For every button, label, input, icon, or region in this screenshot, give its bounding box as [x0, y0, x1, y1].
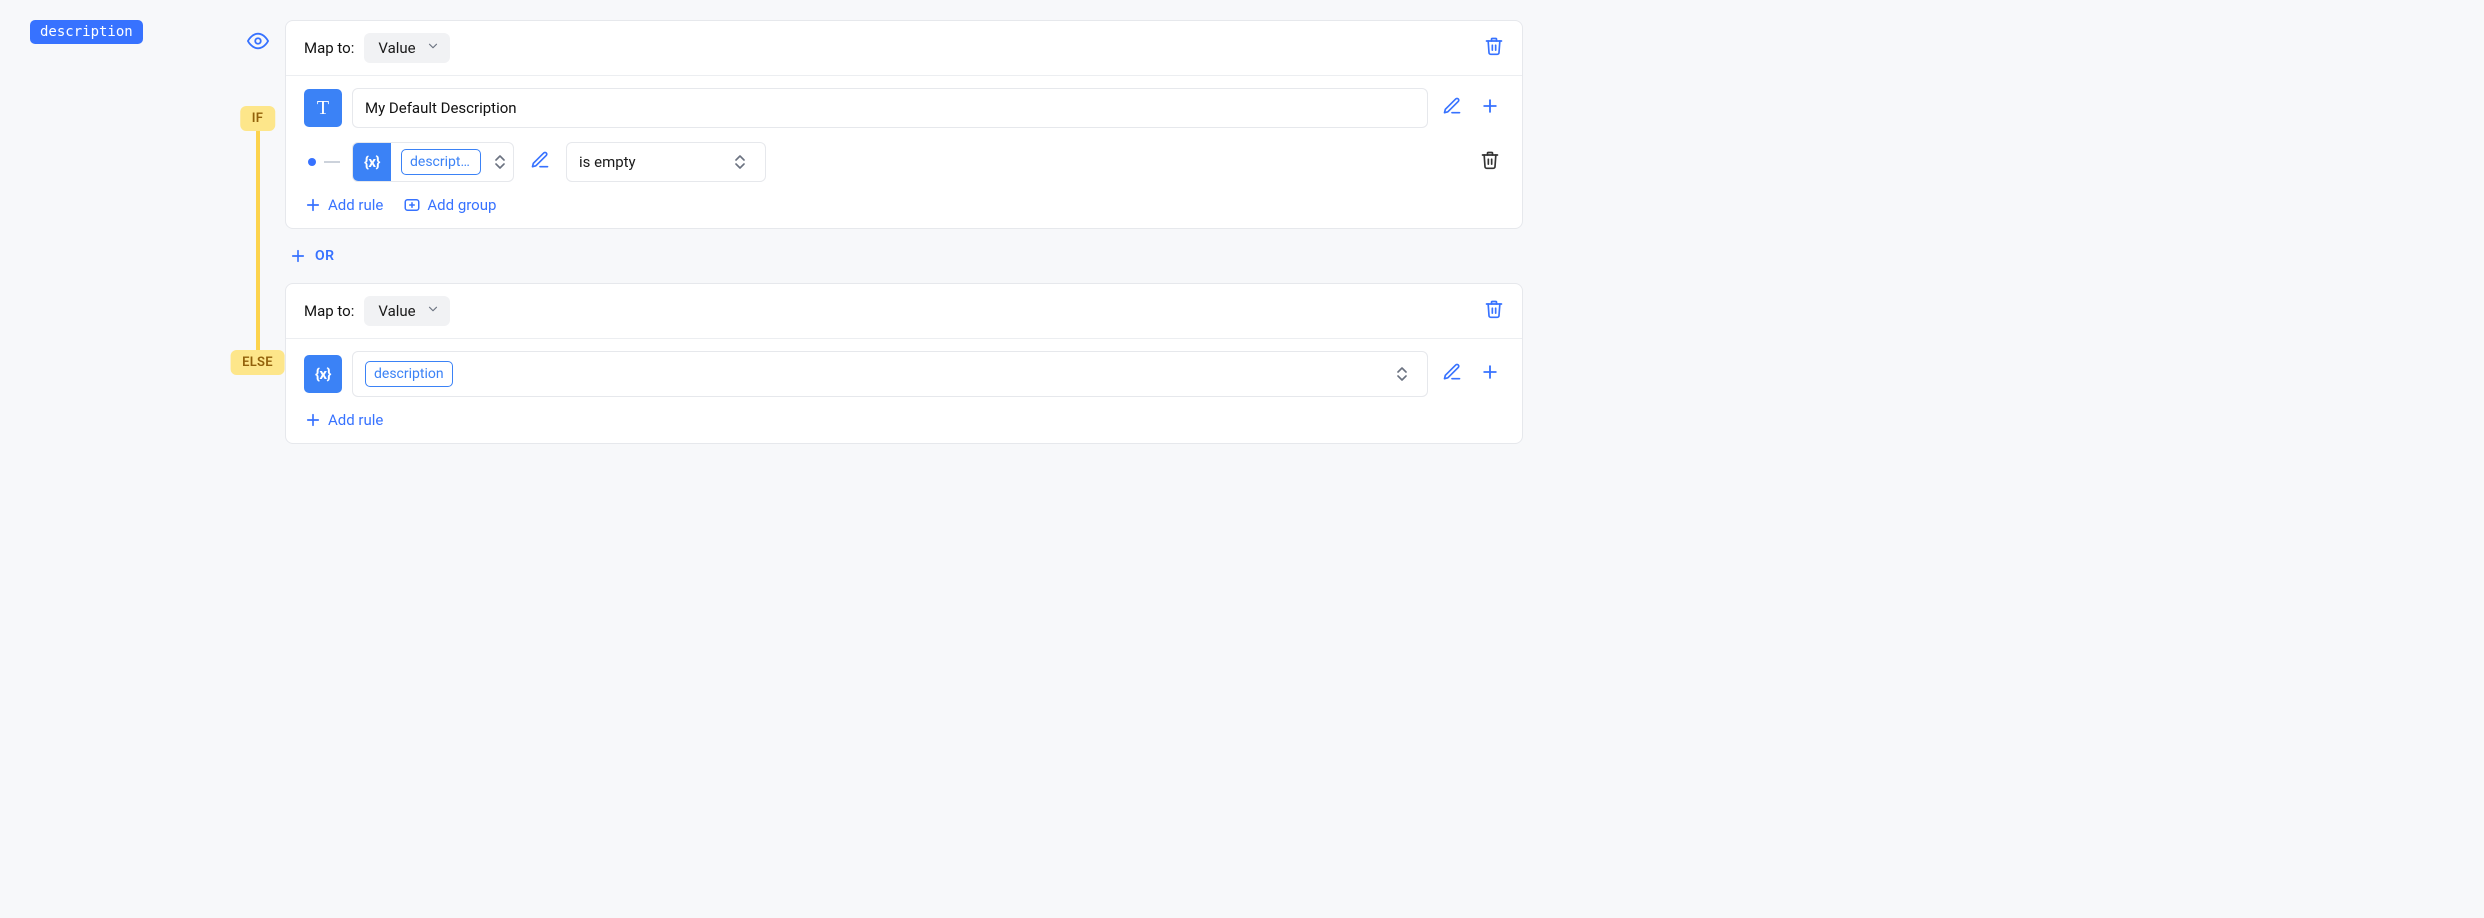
delete-rule-button[interactable] [1476, 146, 1504, 178]
map-to-value: Value [378, 39, 415, 57]
rule-handle[interactable] [308, 158, 316, 166]
add-group-button[interactable]: Add group [403, 196, 496, 214]
mapping-card-if: Map to: Value T My Default Description [285, 20, 1523, 229]
add-rule-button[interactable]: Add rule [304, 196, 383, 214]
field-tag: description [30, 20, 143, 44]
map-to-label: Map to: [304, 39, 354, 57]
edit-condition-button[interactable] [526, 146, 554, 178]
edit-value-button[interactable] [1438, 358, 1466, 390]
chevron-down-icon [426, 39, 440, 57]
chevron-down-icon [426, 302, 440, 320]
delete-card-button[interactable] [1484, 299, 1504, 323]
condition-operator: is empty [579, 153, 636, 171]
condition-operator-select[interactable]: is empty [566, 142, 766, 182]
add-or-branch-button[interactable]: OR [285, 241, 1523, 271]
variable-icon: {x} [353, 143, 391, 181]
variable-name: description [365, 361, 453, 387]
stepper-icon[interactable] [487, 155, 513, 169]
add-group-label: Add group [427, 196, 496, 214]
mapping-card-else: Map to: Value {x} description [285, 283, 1523, 444]
text-value-display[interactable]: My Default Description [352, 88, 1428, 128]
delete-card-button[interactable] [1484, 36, 1504, 60]
rule-connector [324, 161, 340, 163]
condition-variable-select[interactable]: {x} descripti… [352, 142, 514, 182]
map-to-value: Value [378, 302, 415, 320]
add-value-button[interactable] [1476, 92, 1504, 124]
stepper-icon [727, 155, 753, 169]
edit-value-button[interactable] [1438, 92, 1466, 124]
variable-type-icon: {x} [304, 355, 342, 393]
variable-value-display[interactable]: description [352, 351, 1428, 397]
map-to-select[interactable]: Value [364, 296, 449, 326]
stepper-icon[interactable] [1389, 367, 1415, 381]
condition-variable: descripti… [401, 149, 481, 175]
add-rule-label: Add rule [328, 411, 383, 429]
flow-gutter: IF ELSE [230, 20, 285, 444]
text-type-icon: T [304, 89, 342, 127]
add-value-button[interactable] [1476, 358, 1504, 390]
add-rule-button[interactable]: Add rule [304, 411, 383, 429]
map-to-label: Map to: [304, 302, 354, 320]
map-to-select[interactable]: Value [364, 33, 449, 63]
or-label: OR [315, 248, 335, 264]
visibility-icon[interactable] [247, 30, 269, 56]
flow-else-label: ELSE [230, 350, 285, 375]
flow-connector [256, 123, 260, 364]
flow-if-label: IF [240, 106, 276, 131]
add-rule-label: Add rule [328, 196, 383, 214]
